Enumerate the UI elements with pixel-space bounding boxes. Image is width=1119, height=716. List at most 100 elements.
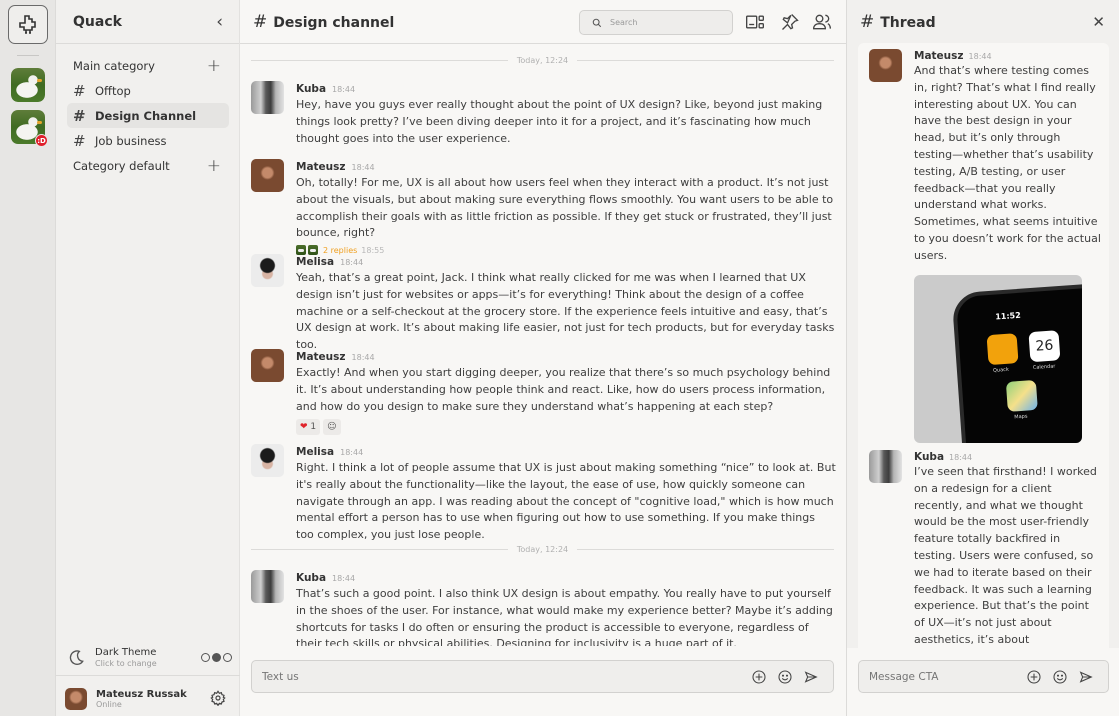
server-rail: :D [0,0,56,716]
thread-composer[interactable] [858,660,1109,693]
category-default[interactable]: Category default + [56,153,239,178]
avatar[interactable] [251,444,284,477]
message-author[interactable]: Melisa [296,256,334,268]
hash-icon: # [73,131,86,150]
theme-option-dots[interactable] [201,653,232,662]
message-text: Oh, totally! For me, UX is all about how… [296,176,834,240]
server-badge: :D [35,134,48,147]
message: Kuba 18:44 Hey, have you guys ever really… [251,81,836,147]
channel-sidebar: Quack ‹ Main category + # Offtop # Desig… [56,0,240,716]
add-channel-plus-icon[interactable]: + [207,56,221,76]
thread-message: Mateusz 18:44 And that’s where testing co… [858,43,1109,468]
app-label: Maps [1014,413,1028,421]
message-author[interactable]: Mateusz [296,351,346,363]
thread-title-text: Thread [880,15,936,31]
channel-item-design-channel[interactable]: # Design Channel [67,103,229,128]
avatar[interactable] [251,349,284,382]
image-attachment[interactable]: 11:52 Quack 26 Calendar Maps [914,274,1082,443]
message-author[interactable]: Mateusz [296,161,346,173]
thread-message-input[interactable] [869,670,1026,683]
add-reaction-button[interactable]: ☺ [323,419,341,436]
emoji-icon[interactable] [1052,669,1068,685]
message-text: Yeah, that’s a great point, Jack. I thin… [296,271,835,352]
hash-icon: # [253,11,268,32]
gallery-icon[interactable] [745,12,765,32]
duck-logo-icon [19,14,36,34]
main-chat: # Design channel Search Today, 12:24 Kuba… [240,0,846,716]
collapse-sidebar-chevron-icon[interactable]: ‹ [216,12,223,32]
category-main[interactable]: Main category + [56,53,239,78]
add-attachment-icon[interactable] [1026,669,1042,685]
channel-title: # Design channel [253,12,394,32]
avatar[interactable] [251,254,284,287]
hash-icon: # [73,81,86,100]
message-time: 18:44 [332,85,356,94]
message: Mateusz 18:44 Oh, totally! For me, UX is … [251,159,836,256]
category-label: Category default [73,158,170,173]
server-icon-duck-2[interactable]: :D [11,110,48,147]
message-text: And that’s where testing comes in, right… [914,64,1101,262]
thread-title: # Thread [860,12,936,32]
gear-icon[interactable] [210,690,226,706]
message-time: 18:44 [351,353,375,362]
search-placeholder: Search [610,18,638,27]
message-author[interactable]: Mateusz [914,50,964,62]
close-thread-icon[interactable]: ✕ [1092,13,1105,31]
avatar[interactable] [869,49,902,82]
phone-image: 11:52 Quack 26 Calendar Maps [951,280,1082,443]
reactions: ❤ 1 ☺ [296,419,836,436]
message-time: 18:44 [340,258,364,267]
message-author[interactable]: Kuba [296,83,326,95]
search-icon [592,18,602,27]
avatar[interactable] [251,81,284,114]
user-name: Mateusz Russak [96,688,187,700]
search-input[interactable]: Search [579,10,733,35]
category-label: Main category [73,58,155,73]
members-icon[interactable] [812,12,832,32]
message-author[interactable]: Kuba [296,572,326,584]
date-divider-label: Today, 12:24 [516,55,569,65]
send-icon[interactable] [1078,669,1094,685]
theme-option-3[interactable] [223,653,232,662]
message-text: Exactly! And when you start digging deep… [296,366,831,413]
phone-clock: 11:52 [994,310,1022,322]
add-attachment-icon[interactable] [751,669,767,685]
message-composer[interactable] [251,660,834,693]
avatar[interactable] [869,450,902,483]
thread-panel: # Thread ✕ Mateusz 18:44 And that’s where … [846,0,1119,716]
theme-option-1[interactable] [201,653,210,662]
avatar[interactable] [251,570,284,603]
calendar-app-icon: 26 [1028,329,1061,362]
message-text: Hey, have you guys ever really thought a… [296,98,823,145]
message-time: 18:44 [949,453,973,462]
smiley-icon: ☺ [327,422,337,433]
send-icon[interactable] [803,669,819,685]
avatar[interactable] [251,159,284,192]
channel-item-job-business[interactable]: # Job business [67,128,229,153]
date-divider: Today, 12:24 [251,54,834,66]
channel-label: Offtop [95,83,131,98]
maps-app-icon [1005,379,1038,412]
message-time: 18:44 [340,448,364,457]
message-author[interactable]: Melisa [296,446,334,458]
message-time: 18:44 [332,574,356,583]
theme-option-2[interactable] [212,653,221,662]
current-user: Mateusz Russak Online [56,681,240,716]
message-author[interactable]: Kuba [914,451,944,463]
avatar [65,687,87,710]
message: Melisa 18:44 Right. I think a lot of peop… [251,444,836,544]
server-icon-duck-1[interactable] [11,68,45,102]
add-channel-plus-icon[interactable]: + [207,156,221,176]
heart-icon: ❤ [300,422,308,433]
hash-icon: # [860,12,875,32]
pin-icon[interactable] [780,12,800,32]
channel-label: Job business [95,133,167,148]
hash-icon: # [73,106,86,125]
theme-switcher[interactable]: Dark Theme Click to change [56,640,240,676]
quack-logo-button[interactable] [8,5,48,44]
reaction-heart[interactable]: ❤ 1 [296,419,321,436]
channel-item-offtop[interactable]: # Offtop [67,78,229,103]
channel-title-text: Design channel [273,14,395,31]
emoji-icon[interactable] [777,669,793,685]
message-input[interactable] [262,670,751,683]
